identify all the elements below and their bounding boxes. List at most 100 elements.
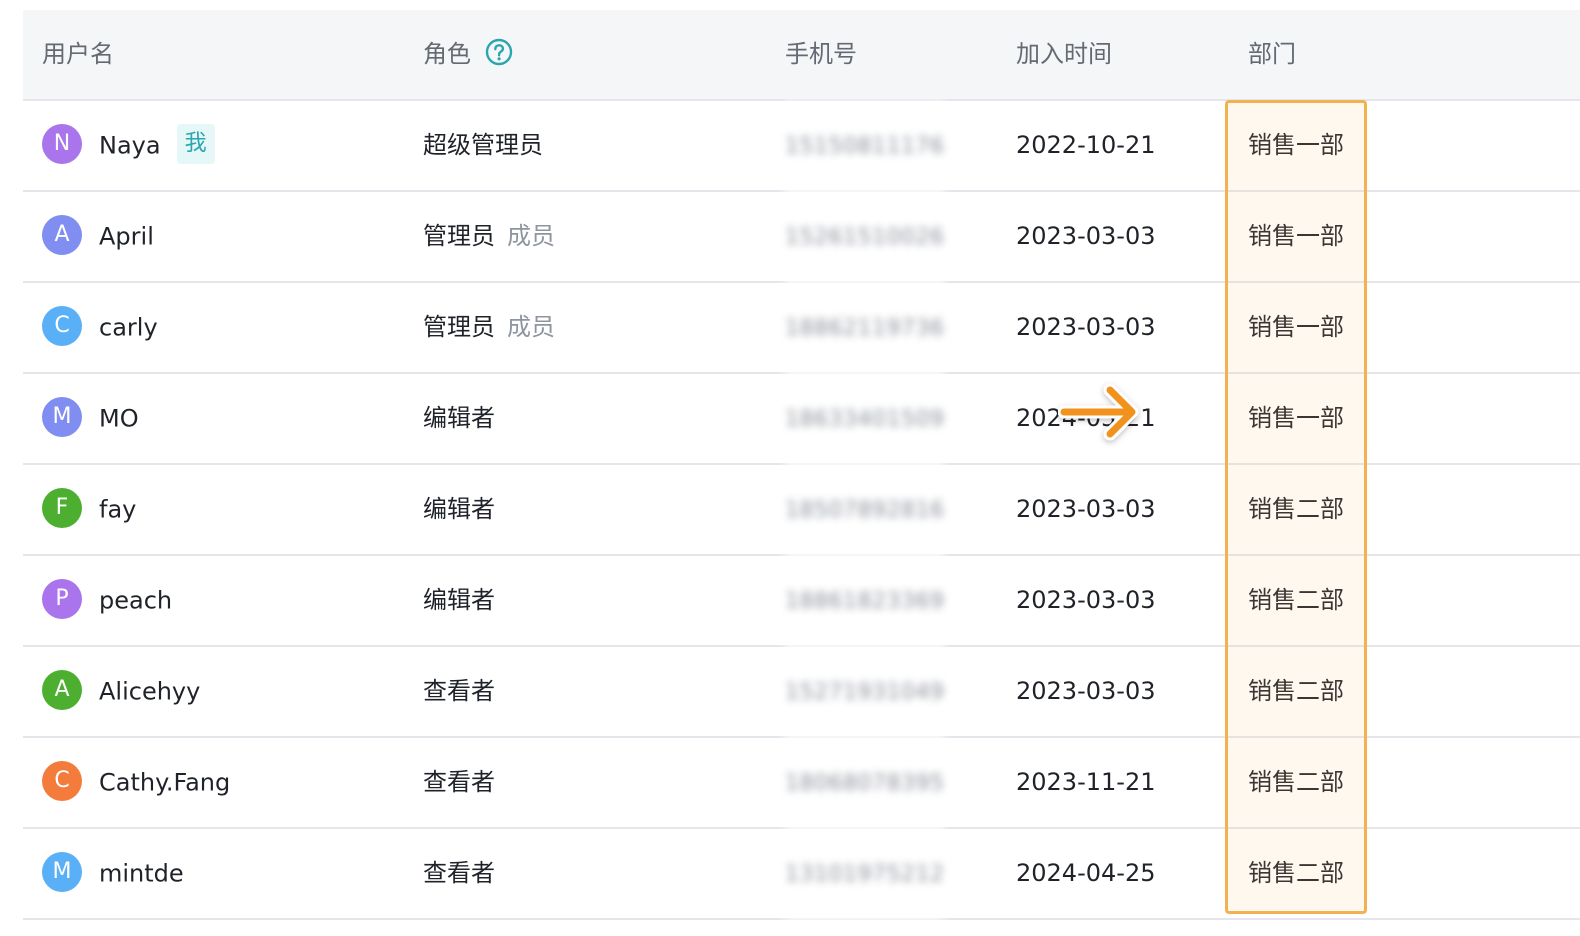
department-label: 销售一部 [1248,131,1344,159]
department-label: 销售一部 [1248,313,1344,341]
avatar: C [42,306,82,346]
phone-number-blurred: 18068078395 [785,739,945,828]
table-row[interactable]: Ppeach 编辑者 18861823369 2023-03-03 销售二部 [23,556,1580,647]
username: Alicehyy [99,677,201,706]
role-cell: 查看者 [423,738,495,827]
phone-number-blurred: 18862119736 [785,284,945,373]
username: peach [99,586,173,615]
department-label: 销售二部 [1248,768,1344,796]
role-cell: 超级管理员 [423,101,543,190]
table-body: N Naya 我 超级管理员 15150811176 2022-10-21 销售一部… [23,101,1580,920]
username: mintde [99,859,184,888]
phone-cell: 15271931049 [785,647,945,737]
table-row[interactable]: Mmintde 查看者 13101975212 2024-04-25 销售二部 [23,829,1580,920]
role-label: 编辑者 [423,495,495,523]
avatar: N [42,124,82,164]
phone-number-blurred: 18633401509 [785,375,945,464]
help-icon[interactable] [485,38,513,66]
phone-number-blurred: 18507892816 [785,466,945,555]
phone-cell: 18862119736 [785,283,945,373]
table-row[interactable]: M MO 编辑者 18633401509 2024-05-21 销售一部 [23,374,1580,465]
username: Cathy.Fang [99,768,231,797]
role-sub-label: 成员 [507,222,555,250]
avatar: A [42,670,82,710]
department-label: 销售二部 [1248,859,1344,887]
role-sub-label: 成员 [507,313,555,341]
table-row[interactable]: Ffay 编辑者 18507892816 2023-03-03 销售二部 [23,465,1580,556]
join-date: 2024-04-25 [1016,859,1156,887]
phone-cell: 18068078395 [785,738,945,828]
phone-cell: 18507892816 [785,465,945,555]
phone-number-blurred: 18861823369 [785,557,945,646]
header-role: 角色 [423,10,513,99]
join-date: 2023-03-03 [1016,586,1156,614]
join-date: 2023-11-21 [1016,768,1156,796]
header-role-label: 角色 [423,40,471,68]
role-cell: 管理员 成员 [423,192,555,281]
role-label: 编辑者 [423,586,495,614]
phone-cell: 18861823369 [785,556,945,646]
avatar: C [42,761,82,801]
role-label: 查看者 [423,859,495,887]
join-date: 2022-10-21 [1016,131,1156,159]
phone-number-blurred: 15150811176 [785,102,945,191]
table-row[interactable]: N Naya 我 超级管理员 15150811176 2022-10-21 销售一部 [23,101,1580,192]
department-label: 销售二部 [1248,495,1344,523]
phone-cell: 15150811176 [785,101,945,191]
user-cell: C Cathy.Fang [42,738,230,827]
user-cell: N Naya 我 [42,101,215,190]
phone-number-blurred: 13101975212 [785,830,945,919]
username: MO [99,404,139,433]
header-phone: 手机号 [785,40,857,68]
phone-number-blurred: 15271931049 [785,648,945,737]
join-date: 2023-03-03 [1016,495,1156,523]
table-row[interactable]: C Cathy.Fang 查看者 18068078395 2023-11-21 销… [23,738,1580,829]
department-label: 销售一部 [1248,222,1344,250]
department-label: 销售二部 [1248,586,1344,614]
role-cell: 编辑者 [423,556,495,645]
user-cell: Ppeach [42,556,172,645]
table-header: 用户名 角色 手机号 加入时间 部门 [23,10,1580,101]
user-cell: Ffay [42,465,136,554]
role-cell: 编辑者 [423,465,495,554]
phone-number-blurred: 15261510026 [785,193,945,282]
join-date: 2023-03-03 [1016,677,1156,705]
table-row[interactable]: A Alicehyy 查看者 15271931049 2023-03-03 销售二… [23,647,1580,738]
table-row[interactable]: A April 管理员 成员 15261510026 2023-03-03 销售一部 [23,192,1580,283]
user-cell: Ccarly [42,283,158,372]
user-cell: A April [42,192,154,281]
phone-cell: 15261510026 [785,192,945,282]
department-label: 销售一部 [1248,404,1344,432]
header-username: 用户名 [42,40,114,68]
user-cell: M MO [42,374,139,463]
role-label: 管理员 [423,222,495,250]
role-label: 查看者 [423,768,495,796]
phone-cell: 13101975212 [785,829,945,919]
phone-cell: 18633401509 [785,374,945,464]
join-date: 2023-03-03 [1016,313,1156,341]
department-label: 销售二部 [1248,677,1344,705]
username: carly [99,313,158,342]
members-table: 用户名 角色 手机号 加入时间 部门 N Naya 我 超级管理员 15150811… [23,10,1580,920]
role-cell: 编辑者 [423,374,495,463]
username: fay [99,495,137,524]
avatar: M [42,852,82,892]
header-department: 部门 [1248,40,1296,68]
role-label: 查看者 [423,677,495,705]
header-join-time: 加入时间 [1016,40,1112,68]
role-cell: 查看者 [423,829,495,918]
role-label: 编辑者 [423,404,495,432]
user-cell: Mmintde [42,829,184,918]
role-label: 超级管理员 [423,131,543,159]
role-cell: 管理员 成员 [423,283,555,372]
username: April [99,222,154,251]
avatar: A [42,215,82,255]
avatar: P [42,579,82,619]
avatar: F [42,488,82,528]
me-badge: 我 [176,124,215,164]
join-date: 2023-03-03 [1016,222,1156,250]
user-cell: A Alicehyy [42,647,200,736]
role-cell: 查看者 [423,647,495,736]
table-row[interactable]: Ccarly 管理员 成员 18862119736 2023-03-03 销售一部 [23,283,1580,374]
role-label: 管理员 [423,313,495,341]
